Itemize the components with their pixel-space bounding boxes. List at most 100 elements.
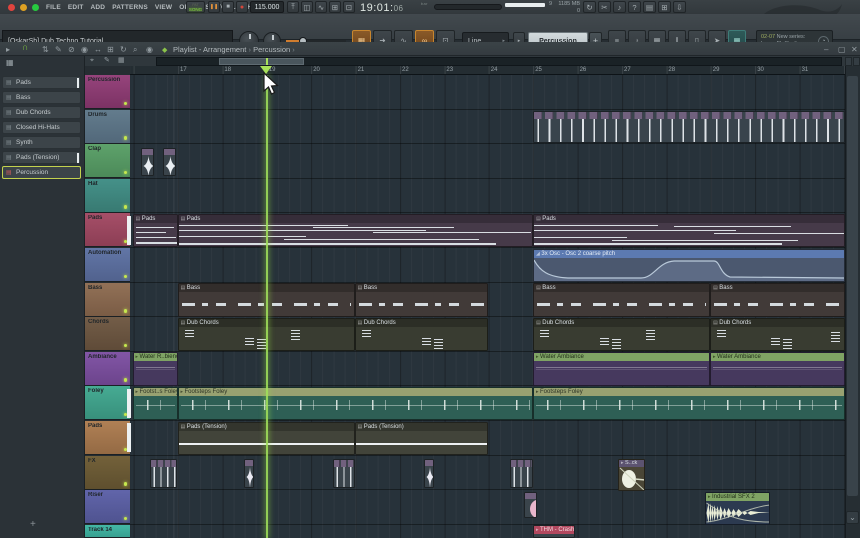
pencil-icon[interactable]: ✎ — [104, 56, 110, 65]
vertical-scrollbar-thumb[interactable] — [847, 76, 858, 496]
clip-fx-hit-2[interactable] — [244, 459, 254, 488]
clip-pads-2[interactable]: ▤Pads — [178, 214, 533, 248]
clip-fx-hits-3[interactable] — [333, 459, 355, 488]
cut-icon[interactable]: ✂ — [598, 1, 611, 13]
navigator-option-button-2[interactable] — [853, 57, 860, 66]
navigator-viewport[interactable] — [219, 58, 304, 65]
stop-button[interactable]: ■ — [222, 1, 234, 13]
close-window-icon[interactable]: ✕ — [851, 45, 858, 54]
clip-dub-chords-3[interactable]: ▤Dub Chords — [533, 318, 710, 352]
clip-footsteps-foley-1[interactable]: ▸Footst..s Foley — [133, 387, 178, 421]
clip-footsteps-foley-2[interactable]: ▸Footsteps Foley — [178, 387, 533, 421]
track-mute-led[interactable] — [124, 275, 128, 279]
picker-item-dub-chords[interactable]: ▤Dub Chords — [2, 106, 81, 119]
picker-item-pads[interactable]: ▤Pads — [2, 76, 81, 89]
record-button[interactable]: ● — [236, 1, 248, 13]
track-header-chords[interactable]: Chords — [85, 317, 130, 351]
track-header-pads[interactable]: Pads — [85, 213, 130, 247]
clip-riser-hit[interactable] — [524, 492, 537, 518]
menu-file[interactable]: FILE — [46, 4, 61, 11]
picker-item-synth[interactable]: ▤Synth — [2, 136, 81, 149]
track-mute-led[interactable] — [124, 205, 128, 209]
track-mute-led[interactable] — [124, 344, 128, 348]
lane-hat[interactable] — [130, 179, 845, 214]
clip-industrial-sfx[interactable]: ▸Industrial SFX 2 — [705, 492, 770, 525]
preview-tool-icon[interactable]: ◉ — [146, 45, 153, 54]
track-header-clap[interactable]: Clap — [85, 144, 130, 178]
pause-button[interactable]: ❚❚ — [208, 1, 220, 13]
export-icon[interactable]: ⇩ — [673, 1, 686, 13]
clip-fx-hits-5[interactable] — [510, 459, 533, 488]
close-traffic-light[interactable] — [8, 4, 15, 11]
clip-bass-2[interactable]: ▤Bass — [355, 283, 488, 317]
mute-tool-icon[interactable]: ⊘ — [68, 45, 75, 54]
picker-item-pads-tension[interactable]: ▤Pads (Tension) — [2, 151, 81, 164]
clip-fx-hits-1[interactable] — [150, 459, 177, 488]
lane-percussion[interactable] — [130, 75, 845, 110]
select-tool-icon[interactable]: ⊞ — [107, 45, 114, 54]
wait-for-input-icon[interactable]: ∿ — [315, 1, 327, 13]
track-header-pads-2[interactable]: Pads — [85, 421, 130, 455]
picker-item-percussion[interactable]: ▤Percussion — [2, 166, 81, 179]
track-header-riser[interactable]: Riser — [85, 490, 130, 524]
clip-footsteps-foley-3[interactable]: ▸Footsteps Foley — [533, 387, 845, 421]
minimize-window-icon[interactable]: – — [824, 45, 828, 54]
edison-mic-icon[interactable]: ♪ — [613, 1, 626, 13]
track-mute-led[interactable] — [124, 171, 128, 175]
clip-water-ambiance-3[interactable]: ▸Water Ambiance — [710, 352, 845, 386]
clip-kick-slices[interactable] — [533, 111, 845, 144]
picker-item-bass[interactable]: ▤Bass — [2, 91, 81, 104]
timeline-ruler[interactable]: 17 18 19 20 21 22 23 24 25 26 27 28 29 3… — [130, 66, 845, 75]
track-mute-led[interactable] — [124, 482, 128, 486]
scroll-down-button[interactable]: ⌄ — [846, 511, 859, 524]
track-header-track-14[interactable]: Track 14 — [85, 525, 130, 538]
track-header-fx[interactable]: FX — [85, 456, 130, 490]
marker-strip[interactable] — [434, 4, 502, 10]
time-display[interactable]: 19:01:06 bar — [360, 1, 430, 13]
track-header-percussion[interactable]: Percussion — [85, 75, 130, 109]
loop-tool-icon[interactable]: ↻ — [120, 45, 127, 54]
track-mute-led[interactable] — [124, 136, 128, 140]
menu-patterns[interactable]: PATTERNS — [112, 4, 148, 11]
help-icon[interactable]: ? — [628, 1, 641, 13]
undo-icon[interactable]: ↻ — [583, 1, 596, 13]
playlist-navigator[interactable] — [156, 57, 842, 66]
picker-item-closed-hi-hats[interactable]: ▤Closed Hi-Hats — [2, 121, 81, 134]
save-new-version-icon[interactable]: ⊞ — [658, 1, 671, 13]
piano-icon[interactable]: ▦ — [118, 56, 125, 65]
zoom-tool-icon[interactable]: ⌕ — [133, 45, 137, 54]
track-header-ambiance[interactable]: Ambiance — [85, 352, 130, 386]
navigator-option-button-1[interactable] — [845, 57, 852, 66]
song-mode-toggle[interactable]: PAT SONG — [186, 1, 205, 13]
loop-record-icon[interactable]: ⊡ — [343, 1, 355, 13]
playlist-grid[interactable]: ▤Pads ▤Pads ▤Pads ◢3 — [130, 75, 845, 538]
clip-bass-3[interactable]: ▤Bass — [533, 283, 710, 317]
playlist-play-icon[interactable]: ▸ — [6, 45, 10, 54]
minimize-traffic-light[interactable] — [20, 4, 27, 11]
zoom-traffic-light[interactable] — [32, 4, 39, 11]
clip-water-ambiance-2[interactable]: ▸Water Ambiance — [533, 352, 710, 386]
track-mute-led[interactable] — [124, 517, 128, 521]
typing-to-piano-icon[interactable]: ⤒ — [287, 1, 299, 13]
track-header-foley[interactable]: Foley — [85, 386, 130, 420]
clip-pads-3[interactable]: ▤Pads — [533, 214, 845, 248]
lane-clap[interactable] — [130, 144, 845, 179]
menu-add[interactable]: ADD — [91, 4, 106, 11]
magnet-icon[interactable]: ∩ — [22, 43, 28, 52]
track-mute-led[interactable] — [124, 102, 128, 106]
clip-clap-1[interactable] — [141, 148, 154, 176]
clip-dub-chords-2[interactable]: ▤Dub Chords — [355, 318, 488, 352]
clip-bass-4[interactable]: ▤Bass — [710, 283, 845, 317]
track-header-bass[interactable]: Bass — [85, 283, 130, 317]
clip-clap-2[interactable] — [163, 148, 176, 176]
clip-fx-hit-4[interactable] — [424, 459, 434, 488]
lane-track-14[interactable] — [130, 525, 845, 538]
menu-edit[interactable]: EDIT — [68, 4, 84, 11]
stretch-tool-icon[interactable]: ↔ — [94, 45, 102, 54]
clip-pads-tension-2[interactable]: ▤Pads (Tension) — [355, 422, 488, 456]
track-header-drums[interactable]: Drums — [85, 110, 130, 144]
clip-water-ambience-1[interactable]: ▸Water R..bience — [133, 352, 178, 386]
lane-fx[interactable] — [130, 456, 845, 491]
picker-piano-icon[interactable]: ▦ — [6, 58, 14, 67]
save-icon[interactable]: ▤ — [643, 1, 656, 13]
